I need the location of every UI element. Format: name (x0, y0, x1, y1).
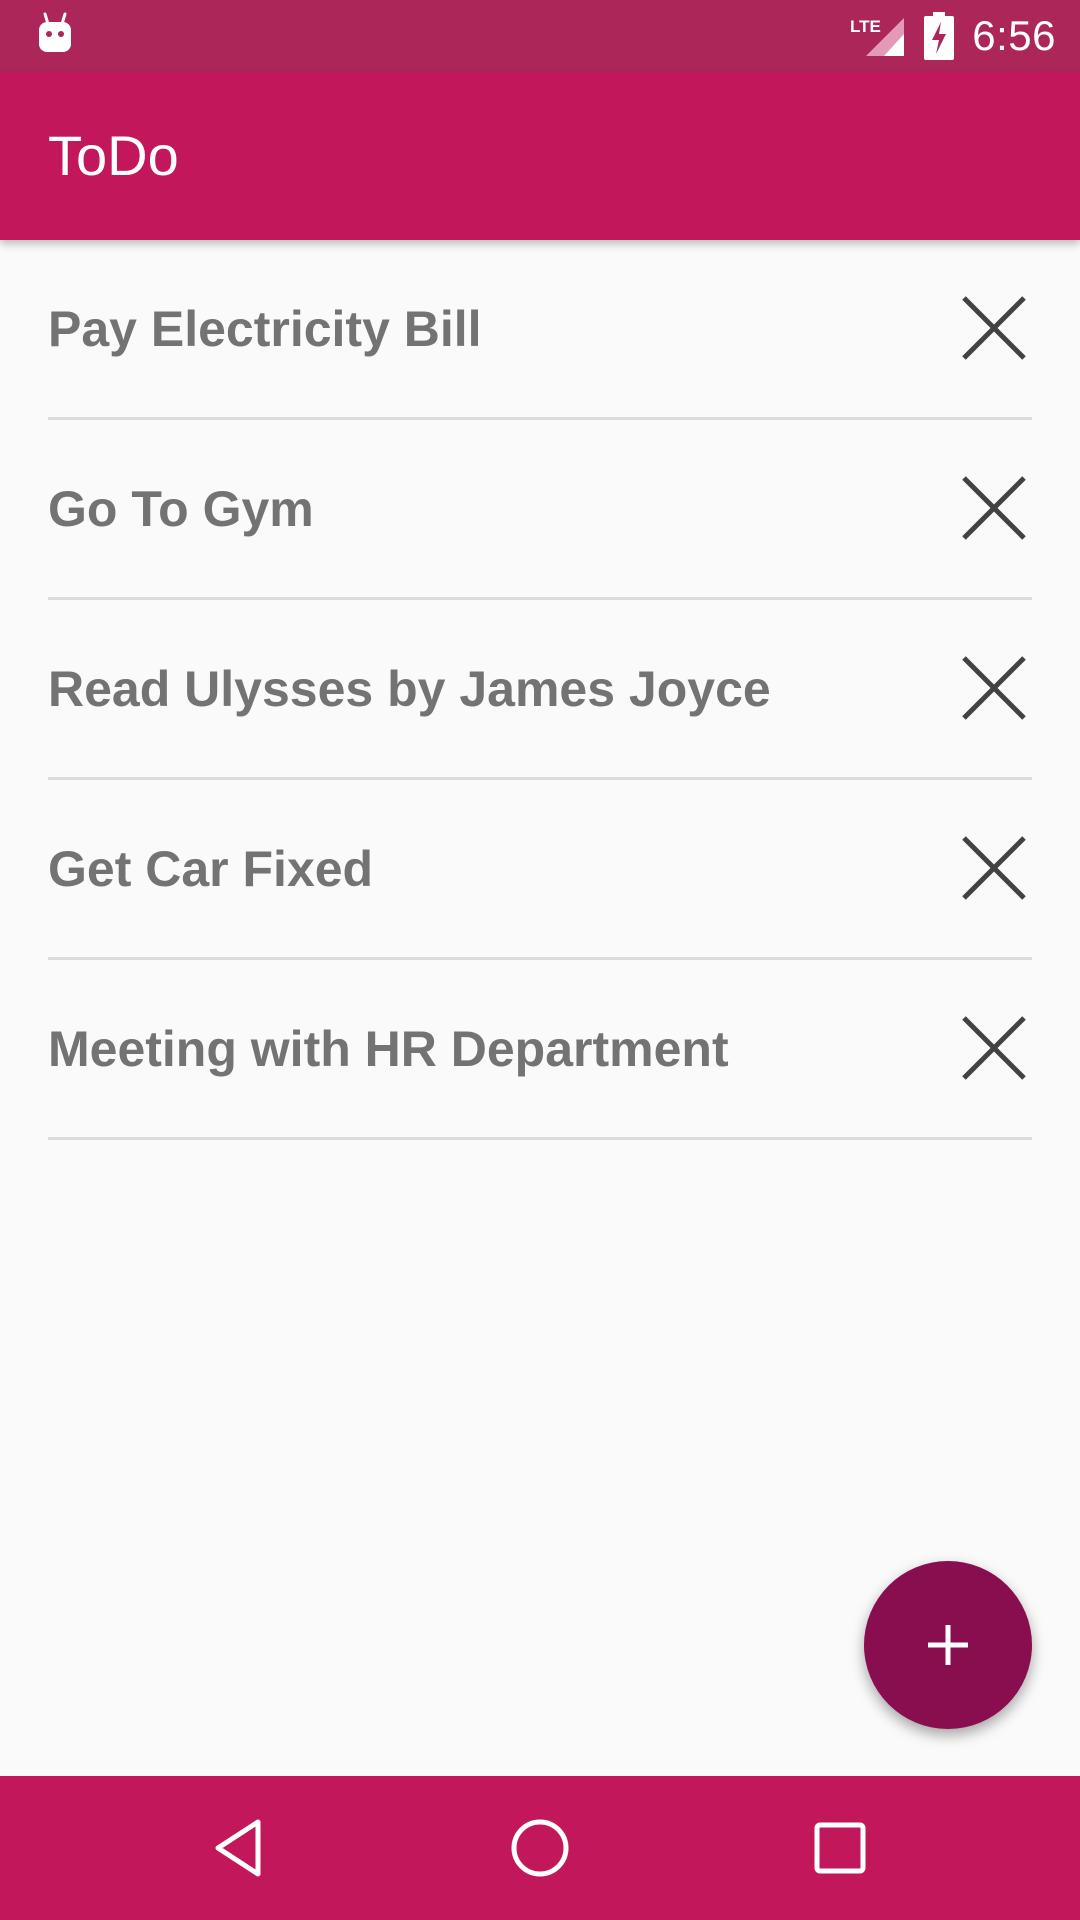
todo-text: Go To Gym (48, 481, 314, 537)
todo-text: Get Car Fixed (48, 841, 374, 897)
android-notification-icon (39, 12, 71, 52)
delete-x-icon[interactable] (956, 830, 1032, 906)
todo-screen: LTE 6:56 ToDo Pay Electricity Bill Go To… (0, 0, 1080, 1920)
home-icon[interactable] (504, 1812, 576, 1884)
app-title: ToDo (48, 124, 179, 187)
delete-x-icon[interactable] (956, 1010, 1032, 1086)
add-todo-fab[interactable] (864, 1561, 1032, 1729)
status-icons: LTE 6:56 (850, 0, 1056, 72)
navigation-bar (0, 1776, 1080, 1920)
lte-label: LTE (850, 17, 881, 36)
lte-signal-icon: LTE (850, 17, 905, 56)
todo-item[interactable]: Read Ulysses by James Joyce (48, 600, 1032, 780)
todo-text: Read Ulysses by James Joyce (48, 661, 771, 717)
battery-charging-icon (924, 12, 955, 60)
todo-item[interactable]: Meeting with HR Department (48, 960, 1032, 1140)
todo-text: Meeting with HR Department (48, 1021, 729, 1077)
todo-list: Pay Electricity Bill Go To Gym Read Ulys… (0, 240, 1080, 1140)
todo-text: Pay Electricity Bill (48, 301, 482, 357)
todo-item[interactable]: Go To Gym (48, 420, 1032, 600)
back-icon[interactable] (204, 1812, 276, 1884)
delete-x-icon[interactable] (956, 470, 1032, 546)
todo-item[interactable]: Pay Electricity Bill (48, 240, 1032, 420)
app-bar: ToDo (0, 72, 1080, 240)
todo-item[interactable]: Get Car Fixed (48, 780, 1032, 960)
status-bar: LTE 6:56 (0, 0, 1080, 72)
status-time: 6:56 (972, 12, 1056, 59)
delete-x-icon[interactable] (956, 650, 1032, 726)
plus-icon (928, 1625, 968, 1665)
recent-apps-icon[interactable] (804, 1812, 876, 1884)
delete-x-icon[interactable] (956, 290, 1032, 366)
